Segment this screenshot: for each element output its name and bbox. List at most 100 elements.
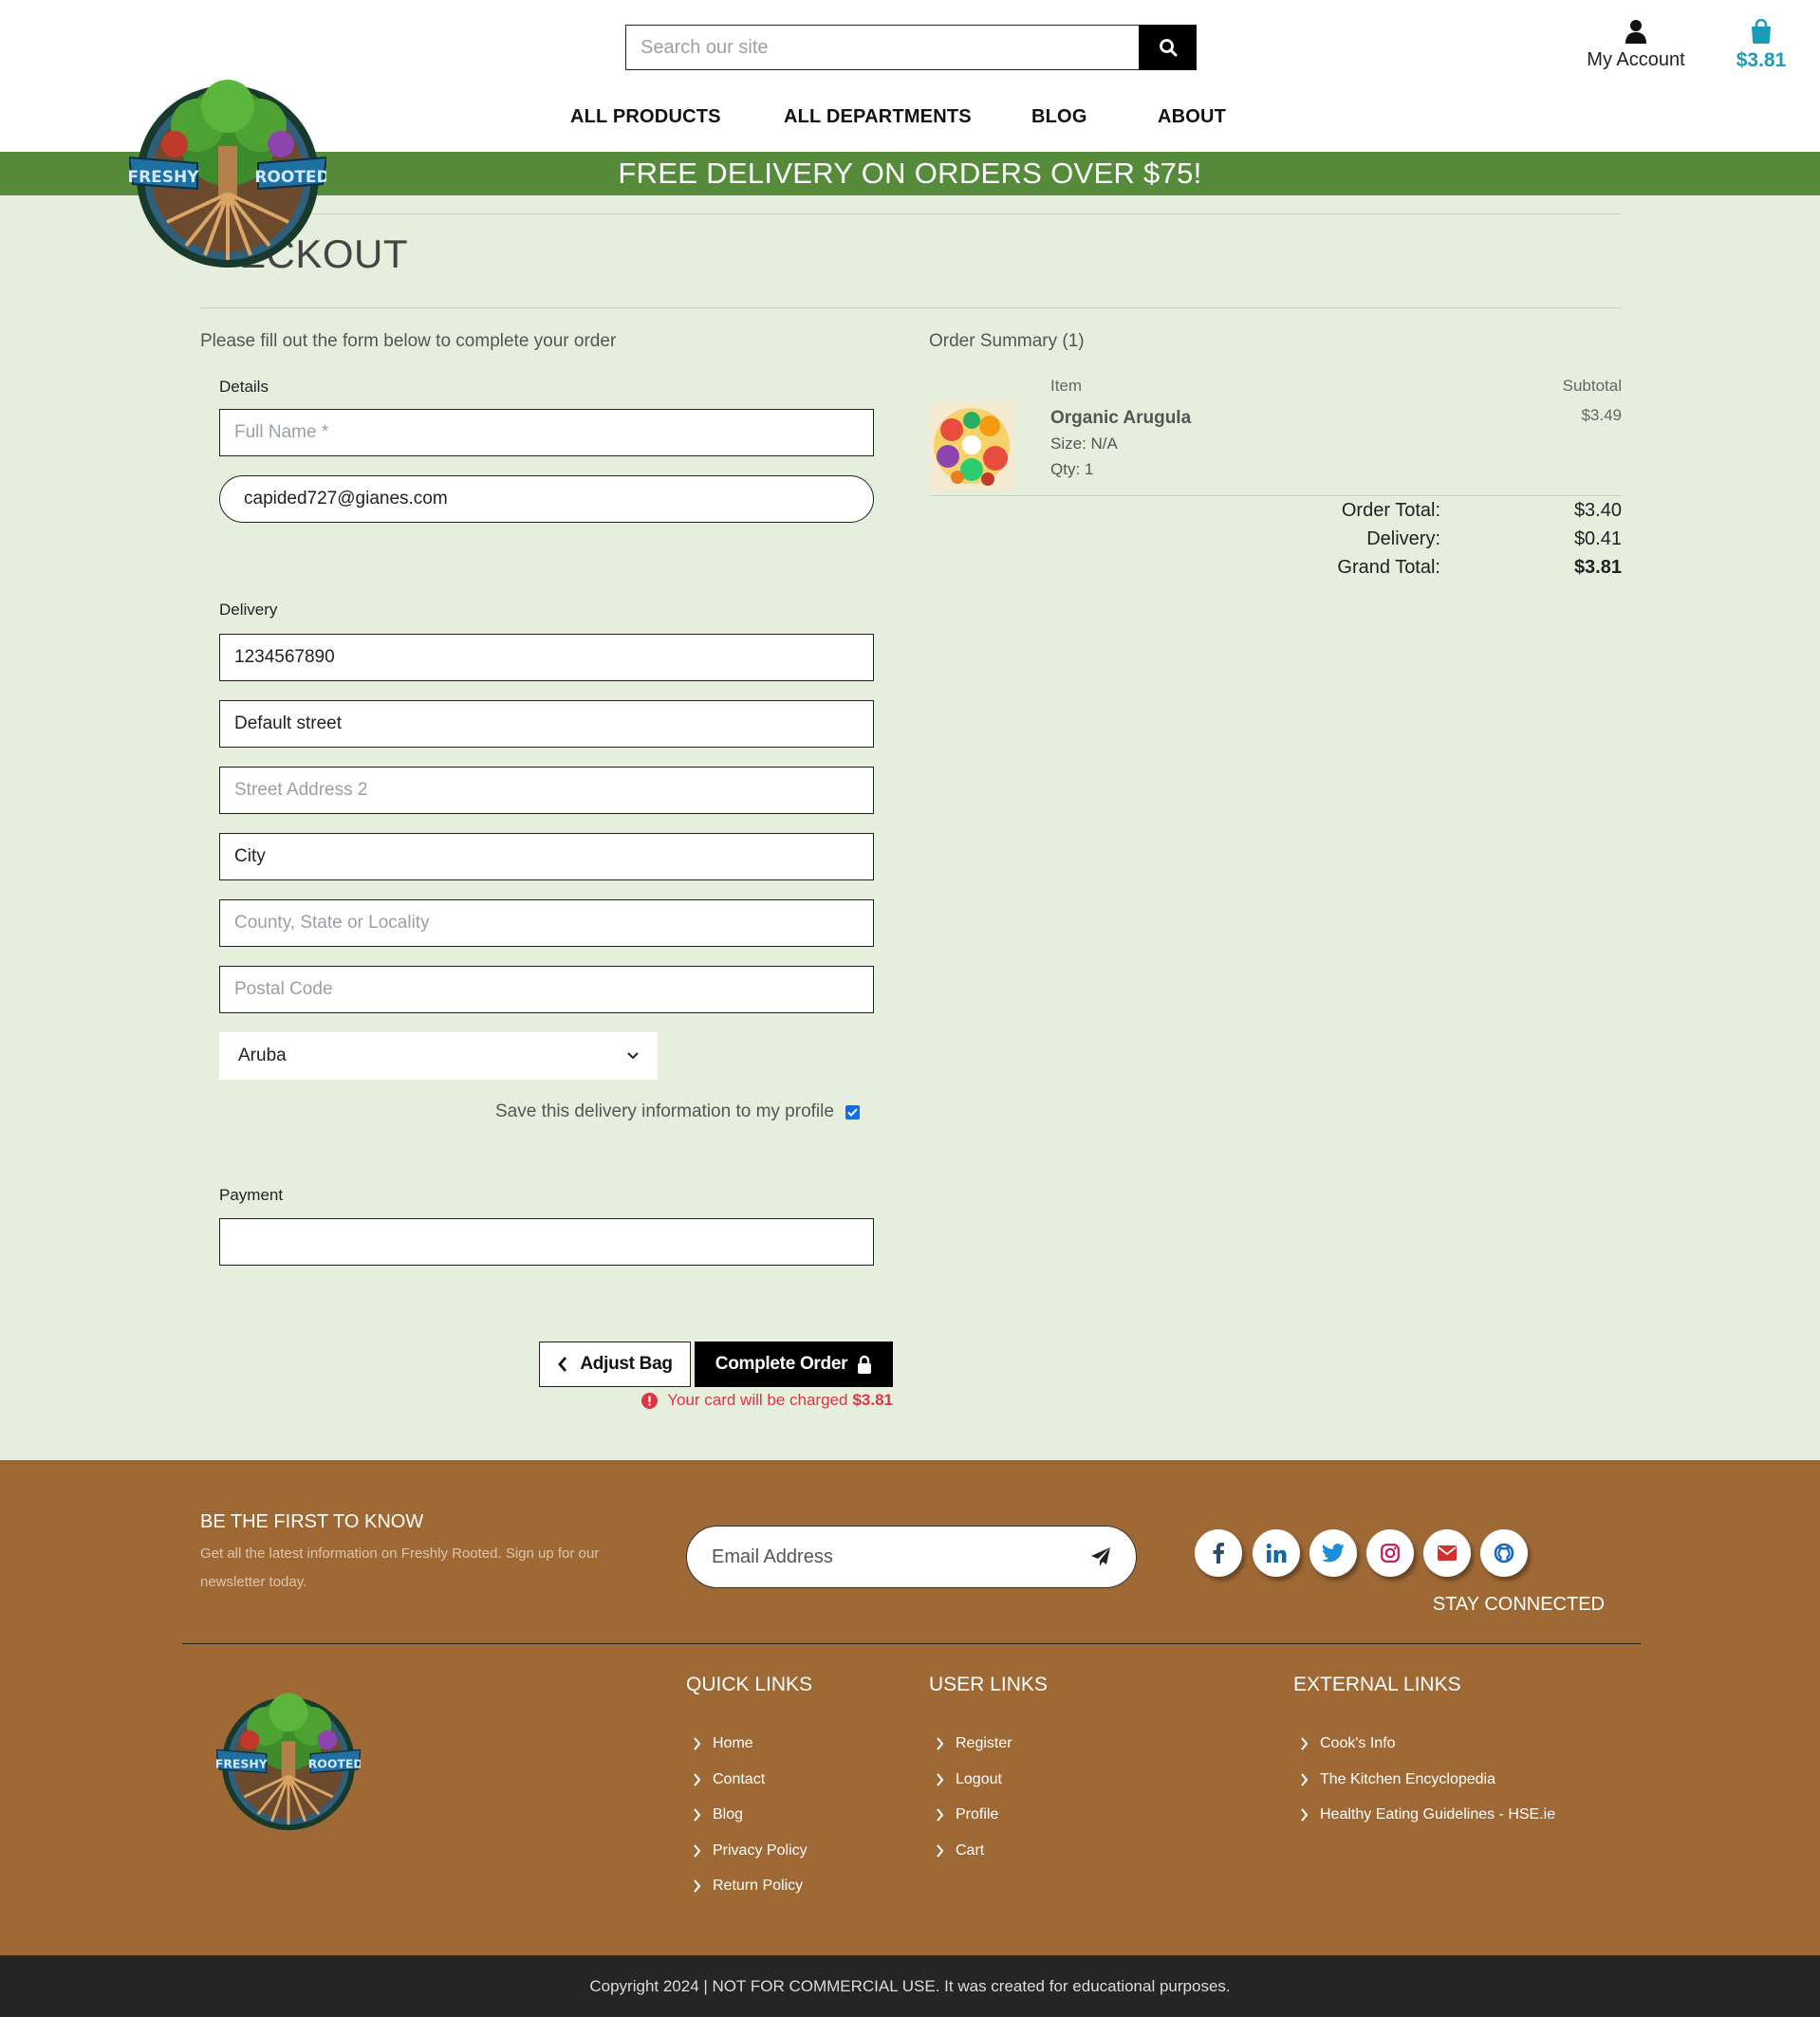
shopping-bag-link[interactable]: $3.81 — [1727, 19, 1795, 72]
site-logo[interactable]: FRESHY ROOTED — [129, 70, 326, 275]
chevron-right-icon — [693, 1844, 701, 1858]
street-address-1-input[interactable] — [219, 700, 874, 748]
facebook-icon — [1213, 1543, 1224, 1564]
full-name-input[interactable] — [219, 409, 874, 456]
country-select[interactable]: Aruba — [219, 1032, 658, 1080]
chevron-right-icon — [693, 1773, 701, 1786]
footer-link-kitchen-encyclopedia[interactable]: The Kitchen Encyclopedia — [1300, 1771, 1495, 1788]
chevron-down-icon — [627, 1052, 639, 1060]
chevron-right-icon — [1300, 1773, 1309, 1786]
postal-code-input[interactable] — [219, 966, 874, 1013]
adjust-bag-button[interactable]: Adjust Bag — [539, 1342, 691, 1387]
user-links-title: USER LINKS — [929, 1674, 1048, 1695]
grand-total-label: Grand Total: — [1337, 557, 1440, 578]
footer-logo-text-right: ROOTED — [308, 1756, 361, 1770]
chevron-right-icon — [936, 1737, 944, 1750]
footer-link-label: Contact — [713, 1771, 766, 1787]
footer-divider — [182, 1643, 1641, 1644]
chevron-right-icon — [936, 1844, 944, 1858]
shopping-bag-icon — [1752, 19, 1771, 44]
footer-link-logout[interactable]: Logout — [936, 1771, 1002, 1788]
city-input[interactable] — [219, 833, 874, 880]
footer-link-privacy-policy[interactable]: Privacy Policy — [693, 1842, 808, 1860]
bag-total: $3.81 — [1736, 49, 1787, 71]
footer-link-label: Cook's Info — [1320, 1735, 1396, 1751]
item-name: Organic Arugula — [1050, 408, 1192, 428]
save-info-row: Save this delivery information to my pro… — [495, 1101, 860, 1122]
nav-about[interactable]: ABOUT — [1158, 106, 1226, 128]
divider — [200, 307, 1622, 308]
github-icon — [1494, 1543, 1514, 1564]
complete-order-label: Complete Order — [715, 1354, 848, 1374]
instagram-link[interactable] — [1366, 1529, 1414, 1577]
twitter-link[interactable] — [1309, 1529, 1357, 1577]
footer-link-cooks-info[interactable]: Cook's Info — [1300, 1735, 1396, 1752]
footer-link-label: Home — [713, 1735, 753, 1751]
newsletter-email-placeholder: Email Address — [712, 1545, 833, 1567]
footer-link-label: The Kitchen Encyclopedia — [1320, 1771, 1495, 1787]
country-value: Aruba — [238, 1046, 287, 1065]
order-summary-title: Order Summary (1) — [929, 331, 1085, 351]
footer-logo[interactable]: FRESHY ROOTED — [216, 1686, 361, 1836]
footer-link-label: Logout — [956, 1771, 1002, 1787]
nav-all-departments[interactable]: ALL DEPARTMENTS — [784, 106, 972, 128]
footer-link-profile[interactable]: Profile — [936, 1806, 998, 1823]
footer-link-home[interactable]: Home — [693, 1735, 753, 1752]
github-link[interactable] — [1480, 1529, 1528, 1577]
newsletter-email-field[interactable]: Email Address — [686, 1526, 1137, 1588]
details-label: Details — [219, 378, 269, 396]
save-info-label: Save this delivery information to my pro… — [495, 1101, 834, 1121]
order-total-value: $3.40 — [1573, 500, 1622, 521]
stay-connected-label: STAY CONNECTED — [1432, 1594, 1605, 1615]
footer-link-cart[interactable]: Cart — [936, 1842, 984, 1860]
card-element[interactable] — [219, 1218, 874, 1266]
newsletter-subtitle: Get all the latest information on Freshl… — [200, 1545, 600, 1590]
street-address-2-input[interactable] — [219, 767, 874, 814]
adjust-bag-label: Adjust Bag — [580, 1354, 673, 1374]
county-input[interactable] — [219, 899, 874, 947]
complete-order-button[interactable]: Complete Order — [695, 1342, 893, 1387]
logo-text-left: FRESHY — [129, 168, 199, 187]
summary-divider — [929, 495, 1622, 496]
footer-link-blog[interactable]: Blog — [693, 1806, 743, 1823]
site-footer: BE THE FIRST TO KNOW Get all the latest … — [0, 1460, 1820, 1955]
search-input[interactable] — [625, 25, 1139, 70]
grand-total-value: $3.81 — [1573, 557, 1622, 578]
lock-icon — [858, 1355, 872, 1374]
phone-input[interactable] — [219, 634, 874, 681]
footer-link-label: Healthy Eating Guidelines - HSE.ie — [1320, 1806, 1556, 1823]
search-button[interactable] — [1139, 25, 1197, 70]
quick-links-title: QUICK LINKS — [686, 1674, 813, 1695]
email-input[interactable] — [219, 475, 874, 523]
email-link[interactable] — [1423, 1529, 1471, 1577]
footer-link-contact[interactable]: Contact — [693, 1771, 765, 1788]
footer-link-healthy-eating[interactable]: Healthy Eating Guidelines - HSE.ie — [1300, 1806, 1555, 1823]
delivery-cost-value: $0.41 — [1573, 528, 1622, 549]
chevron-right-icon — [936, 1808, 944, 1822]
footer-link-label: Privacy Policy — [713, 1842, 808, 1859]
my-account-link[interactable]: My Account — [1579, 19, 1693, 71]
form-intro: Please fill out the form below to comple… — [200, 331, 617, 351]
nav-all-products[interactable]: ALL PRODUCTS — [570, 106, 721, 128]
footer-link-register[interactable]: Register — [936, 1735, 1012, 1752]
footer-link-label: Register — [956, 1735, 1012, 1751]
item-qty: Qty: 1 — [1050, 460, 1094, 478]
newsletter-title: BE THE FIRST TO KNOW — [200, 1511, 424, 1532]
chevron-right-icon — [693, 1808, 701, 1822]
subtotal-column-header: Subtotal — [1562, 377, 1622, 395]
order-total-label: Order Total: — [1341, 500, 1440, 521]
user-icon — [1625, 20, 1646, 44]
chevron-left-icon — [558, 1357, 567, 1372]
copyright-bar: Copyright 2024 | NOT FOR COMMERCIAL USE.… — [0, 1955, 1820, 2017]
paper-plane-icon[interactable] — [1090, 1546, 1111, 1567]
chevron-right-icon — [693, 1879, 701, 1893]
footer-link-return-policy[interactable]: Return Policy — [693, 1878, 803, 1895]
delivery-label: Delivery — [219, 601, 278, 619]
nav-blog[interactable]: BLOG — [1031, 106, 1087, 128]
save-info-checkbox[interactable] — [845, 1104, 860, 1120]
linkedin-link[interactable] — [1253, 1529, 1300, 1577]
divider — [200, 213, 1622, 214]
product-thumbnail[interactable] — [929, 401, 1014, 490]
logo-text-right: ROOTED — [254, 168, 326, 187]
facebook-link[interactable] — [1195, 1529, 1242, 1577]
